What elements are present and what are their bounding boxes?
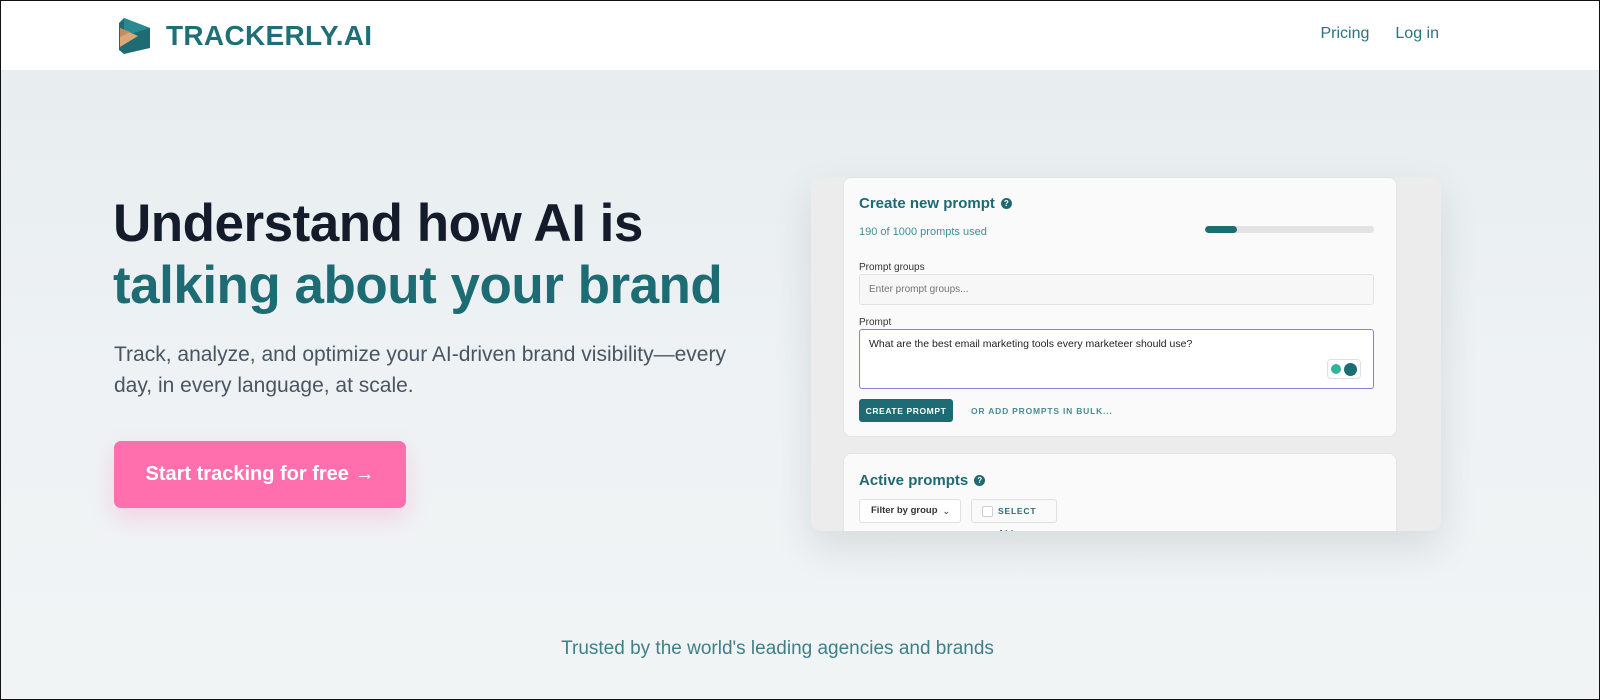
nav-link-login[interactable]: Log in bbox=[1395, 25, 1439, 43]
trusted-by-text: Trusted by the world's leading agencies … bbox=[561, 638, 994, 659]
prompt-usage-text: 190 of 1000 prompts used bbox=[859, 226, 987, 238]
trackerly-logo-icon bbox=[119, 18, 150, 54]
assistant-bulb-icon bbox=[1331, 364, 1341, 374]
select-all-label: SELECT ALL bbox=[998, 506, 1037, 531]
filter-by-group-dropdown[interactable]: Filter by group ⌄ bbox=[859, 499, 961, 523]
chevron-down-icon: ⌄ bbox=[942, 506, 950, 516]
main-nav: Pricing Log in bbox=[1321, 25, 1440, 43]
active-prompts-title-text: Active prompts bbox=[859, 472, 969, 489]
prompt-usage-progress bbox=[1205, 226, 1374, 233]
prompt-groups-label: Prompt groups bbox=[859, 262, 925, 273]
create-prompt-title-text: Create new prompt bbox=[859, 195, 995, 212]
product-mockup: Create new prompt? 190 of 1000 prompts u… bbox=[811, 177, 1441, 531]
select-all-button[interactable]: SELECT ALL bbox=[971, 499, 1057, 531]
hero-subtitle: Track, analyze, and optimize your AI-dri… bbox=[114, 343, 726, 397]
brand-logo[interactable]: TRACKERLY.AI bbox=[116, 15, 372, 57]
active-prompts-title: Active prompts? bbox=[859, 472, 986, 489]
help-icon[interactable]: ? bbox=[1000, 198, 1012, 209]
create-prompt-card: Create new prompt? 190 of 1000 prompts u… bbox=[843, 177, 1397, 437]
add-prompts-bulk-link[interactable]: OR ADD PROMPTS IN BULK... bbox=[971, 406, 1113, 416]
brand-name: TRACKERLY.AI bbox=[166, 20, 373, 51]
prompt-groups-input[interactable] bbox=[859, 274, 1374, 305]
top-navigation-bar: TRACKERLY.AI Pricing Log in bbox=[1, 1, 1599, 71]
hero-headline: Understand how AI is talking about your … bbox=[113, 193, 723, 317]
create-prompt-button[interactable]: CREATE PROMPT bbox=[859, 399, 953, 422]
prompt-textarea[interactable]: What are the best email marketing tools … bbox=[859, 329, 1374, 389]
prompt-label: Prompt bbox=[859, 317, 892, 328]
create-prompt-title: Create new prompt? bbox=[859, 195, 1012, 212]
prompt-usage-progress-fill bbox=[1205, 226, 1238, 233]
hero-headline-line1: Understand how AI is bbox=[113, 194, 643, 253]
filter-by-group-label: Filter by group bbox=[871, 505, 938, 516]
page: TRACKERLY.AI Pricing Log in Understand h… bbox=[0, 0, 1600, 700]
select-all-checkbox[interactable] bbox=[982, 506, 993, 517]
hero-headline-line2: talking about your brand bbox=[113, 256, 723, 315]
nav-link-pricing[interactable]: Pricing bbox=[1321, 25, 1370, 43]
start-tracking-button[interactable]: Start tracking for free → bbox=[114, 441, 406, 508]
active-prompts-card: Active prompts? Filter by group ⌄ SELECT… bbox=[843, 453, 1397, 531]
help-icon[interactable]: ? bbox=[974, 475, 986, 486]
writing-assistant-widget[interactable] bbox=[1327, 359, 1361, 379]
assistant-chat-icon bbox=[1344, 362, 1357, 376]
